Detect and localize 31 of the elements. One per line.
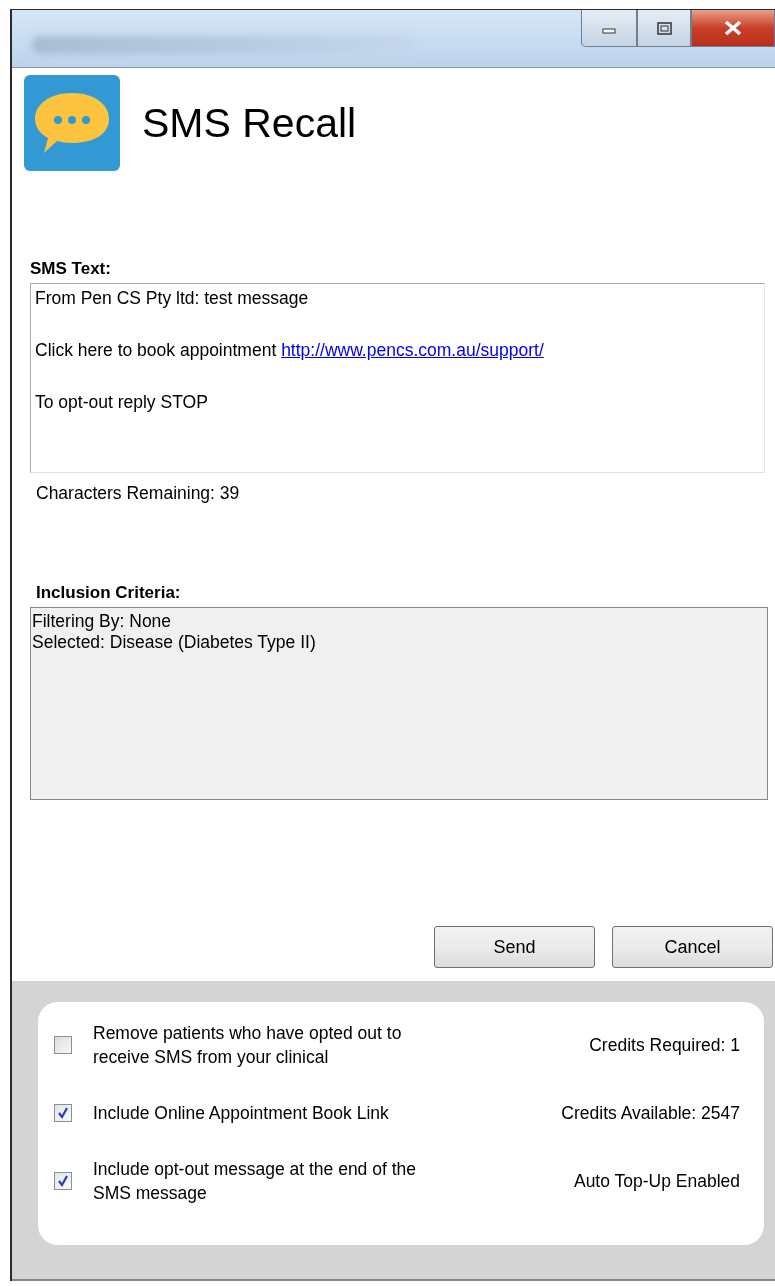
minimize-button[interactable] [581,10,637,47]
minimize-icon [602,28,616,34]
checkbox[interactable] [54,1172,72,1190]
checkmark-icon [58,1175,68,1187]
checkbox-label: Remove patients who have opted out to receive SMS from your clinical [93,1022,403,1069]
maximize-icon [657,22,672,35]
criteria-text: Filtering By: None [32,611,173,632]
app-title: SMS Recall [142,99,357,147]
message-text: From Pen CS Pty ltd: test message [35,288,309,308]
checkmark-icon [58,1107,68,1119]
dialog-button[interactable]: Cancel [612,926,773,968]
section-label: Inclusion Criteria: [36,583,182,603]
criteria-text: Selected: Disease (Diabetes Type II) [32,632,317,653]
checkbox[interactable] [54,1104,72,1122]
section-label: SMS Text: [30,259,112,279]
checkbox[interactable] [54,1036,72,1054]
close-icon [724,20,742,36]
chat-bubble-icon [24,75,120,171]
checkbox-label: Include Online Appointment Book Link [93,1102,390,1125]
message-field[interactable]: From Pen CS Pty ltd: test message Click here to book appointment http://www.pencs.com.au/support/ To opt-out reply STOP [30,283,765,473]
credits-info: Auto Top-Up Enabled [573,1170,740,1192]
maximize-button[interactable] [637,10,691,47]
credits-info: Credits Required: 1 [589,1034,740,1056]
credits-info: Credits Available: 2547 [561,1102,740,1124]
characters-remaining: Characters Remaining: 39 [36,483,241,504]
message-text: Click here to book appointment [35,340,278,360]
dialog-button[interactable]: Send [434,926,595,968]
url-link[interactable]: http://www.pencs.com.au/support/ [281,340,544,360]
message-text: To opt-out reply STOP [35,392,208,412]
checkbox-label: Include opt-out message at the end of the SMS message [93,1158,417,1205]
close-button[interactable] [691,10,775,47]
